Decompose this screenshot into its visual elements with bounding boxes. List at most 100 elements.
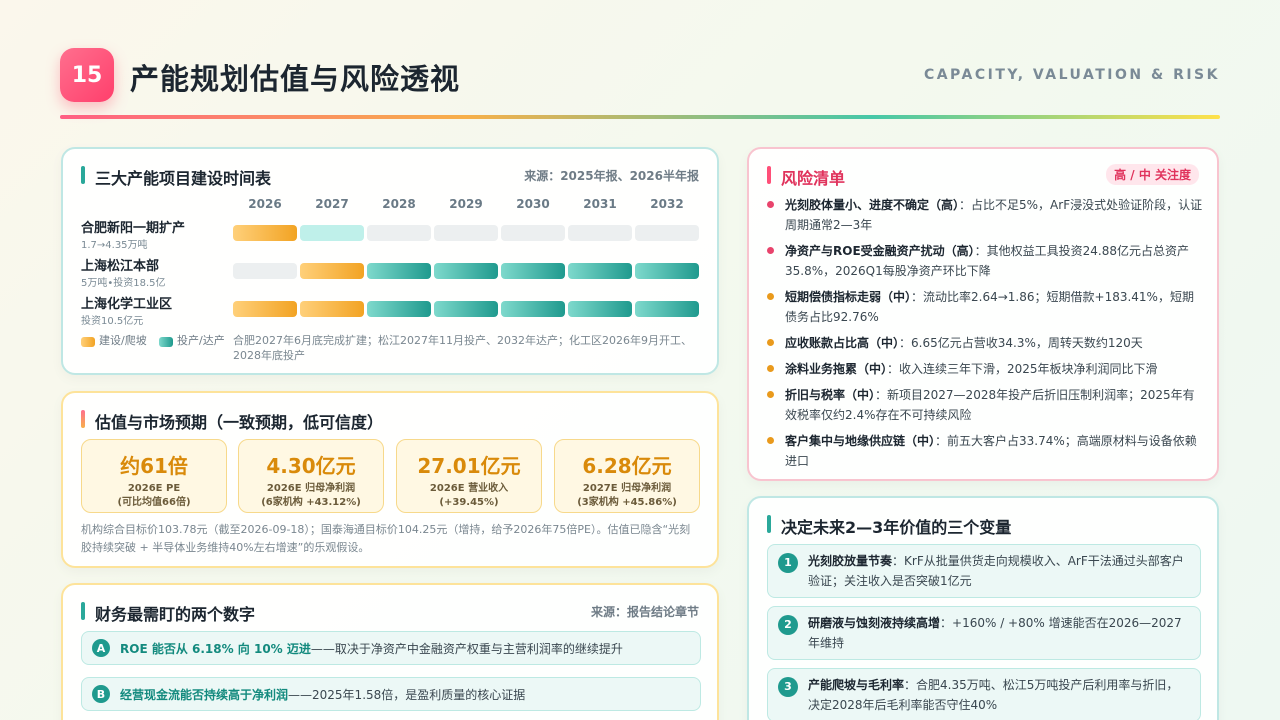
timeline-year-label: 2027 [315,197,349,211]
metric-box: 6.28亿元 2027E 归母净利润 (3家机构 +45.86%) [554,439,700,513]
risk-item-strong: 涂料业务拖累（中） [785,362,888,376]
variable-badge: 2 [778,615,798,635]
timeline-cell-build [233,301,297,317]
variable-badge: 1 [778,553,798,573]
risk-level-dot [767,201,774,208]
finance-item-strong: ROE 能否从 6.18% 向 10% 迈进 [120,641,311,656]
metric-label: 2027E 归母净利润 (3家机构 +45.86%) [577,483,677,508]
timeline-cell-prod [367,301,431,317]
timeline-cell-none [568,225,632,241]
page-title: 产能规划估值与风险透视 [130,62,461,96]
metric-label: 2026E 营业收入 (+39.45%) [429,483,509,508]
finance-source: 来源：报告结论章节 [590,605,699,619]
timeline-year-label: 2030 [516,197,550,211]
finance-badge: A [92,639,110,657]
metric-value: 4.30亿元 [266,454,356,478]
metric-box: 约61倍 2026E PE (可比均值66倍) [81,439,227,513]
legend-build-label: 建设/爬坡 [99,334,147,347]
risk-item: 应收账款占比高（中）：6.65亿元占营收34.3%，周转天数约120天 [767,333,1203,353]
variable-strong: 研磨液与蚀刻液持续高增 [808,616,941,630]
risk-item-strong: 应收账款占比高（中） [785,336,900,350]
variable-strong: 光刻胶放量节奏 [808,554,893,568]
timeline-cell-build [233,225,297,241]
valuation-card: 估值与市场预期（一致预期，低可信度） 约61倍 2026E PE (可比均值66倍… [61,391,719,568]
timeline-year-label: 2031 [583,197,617,211]
variable-badge: 3 [778,677,798,697]
timeline-cell-none [434,225,498,241]
timeline-source: 来源：2025年报、2026半年报 [524,169,699,183]
timeline-cell-build [300,301,364,317]
metric-value: 27.01亿元 [417,454,521,478]
risk-level-dot [767,293,774,300]
metric-value: 6.28亿元 [582,454,672,478]
variable-item: 3 产能爬坡与毛利率：合肥4.35万吨、松江5万吨投产后利用率与折旧，决定202… [767,668,1201,720]
timeline-note: 合肥2027年6月底完成扩建；松江2027年11月投产、2032年达产；化工区2… [233,334,692,362]
page-subtitle: CAPACITY, VALUATION & RISK [923,67,1220,83]
valuation-note: 机构综合目标价103.78元（截至2026-09-18）；国泰海通目标价104.… [81,523,691,554]
finance-item-text: ——2025年1.58倍，是盈利质量的核心证据 [288,687,526,702]
legend-prod-label: 投产/达产 [177,334,225,347]
risk-card: 风险清单 高 / 中 关注度 光刻胶体量小、进度不确定（高）：占比不足5%，Ar… [747,147,1219,481]
slide-number-badge: 15 [60,48,114,102]
finance-title: 财务最需盯的两个数字 [81,601,255,625]
legend-build-swatch [81,337,95,347]
risk-title: 风险清单 [767,165,845,189]
finance-item-text: ——取决于净资产中金融资产权重与主营利润率的继续提升 [310,641,623,656]
risk-item-strong: 短期偿债指标走弱（中） [785,290,912,304]
timeline-cell-prod [501,263,565,279]
risk-item-strong: 净资产与ROE受金融资产扰动（高） [785,244,975,258]
risk-item: 客户集中与地缘供应链（中）：前五大客户占33.74%；高端原材料与设备依赖进口 [767,431,1203,471]
timeline-project-sub: 1.7→4.35万吨 [81,240,148,251]
variable-strong: 产能爬坡与毛利率 [808,678,905,692]
timeline-cell-none [233,263,297,279]
risk-level-dot [767,339,774,346]
timeline-cell-prod [367,263,431,279]
risk-item-strong: 客户集中与地缘供应链（中） [785,434,936,448]
timeline-cell-build [300,263,364,279]
timeline-cell-prod [568,301,632,317]
risk-level-dot [767,437,774,444]
timeline-cell-prod [635,263,699,279]
timeline-cell-none [635,225,699,241]
variable-item: 2 研磨液与蚀刻液持续高增：+160% / +80% 增速能否在2026—202… [767,606,1201,660]
timeline-cell-none [501,225,565,241]
risk-item: 净资产与ROE受金融资产扰动（高）：其他权益工具投资24.88亿元占总资产35.… [767,241,1203,281]
risk-item: 涂料业务拖累（中）：收入连续三年下滑，2025年板块净利润同比下滑 [767,359,1203,379]
timeline-project-name: 上海化学工业区 [81,297,173,312]
timeline-cell-light [300,225,364,241]
risk-item: 光刻胶体量小、进度不确定（高）：占比不足5%，ArF浸没式处验证阶段，认证周期通… [767,195,1203,235]
timeline-project-sub: 投资10.5亿元 [81,316,144,327]
valuation-title: 估值与市场预期（一致预期，低可信度） [81,409,383,433]
risk-level-badge: 高 / 中 关注度 [1106,164,1199,185]
timeline-year-label: 2032 [650,197,684,211]
timeline-cell-prod [501,301,565,317]
risk-level-dot [767,247,774,254]
variables-card: 决定未来2—3年价值的三个变量 1 光刻胶放量节奏：KrF从批量供货走向规模收入… [747,496,1219,720]
finance-item: B 经营现金流能否持续高于净利润 ——2025年1.58倍，是盈利质量的核心证据 [81,677,701,711]
variable-item: 1 光刻胶放量节奏：KrF从批量供货走向规模收入、ArF干法通过头部客户验证；关… [767,544,1201,598]
risk-level-dot [767,365,774,372]
metric-value: 约61倍 [120,454,188,478]
timeline-project-sub: 5万吨•投资18.5亿 [81,278,166,289]
metric-label: 2026E PE (可比均值66倍) [117,483,191,508]
timeline-year-label: 2029 [449,197,483,211]
timeline-project-name: 合肥新阳一期扩产 [81,221,186,236]
timeline-year-label: 2028 [382,197,416,211]
risk-level-dot [767,391,774,398]
metric-box: 27.01亿元 2026E 营业收入 (+39.45%) [396,439,542,513]
metric-box: 4.30亿元 2026E 归母净利润 (6家机构 +43.12%) [238,439,384,513]
header-divider [60,115,1220,119]
timeline-year-label: 2026 [248,197,282,211]
risk-item-text: ：收入连续三年下滑，2025年板块净利润同比下滑 [887,362,1158,376]
timeline-cell-none [367,225,431,241]
risk-item: 短期偿债指标走弱（中）：流动比率2.64→1.86；短期借款+183.41%，短… [767,287,1203,327]
timeline-card: 三大产能项目建设时间表 来源：2025年报、2026半年报 2026 2027 20… [61,147,719,375]
risk-item-strong: 光刻胶体量小、进度不确定（高） [785,198,960,212]
risk-item-strong: 折旧与税率（中） [785,388,876,402]
variables-title: 决定未来2—3年价值的三个变量 [767,514,1011,538]
timeline-cell-prod [434,263,498,279]
timeline-cell-prod [635,301,699,317]
timeline-project-name: 上海松江本部 [81,259,160,274]
finance-card: 财务最需盯的两个数字 来源：报告结论章节 A ROE 能否从 6.18% 向 1… [61,583,719,720]
finance-badge: B [92,685,110,703]
